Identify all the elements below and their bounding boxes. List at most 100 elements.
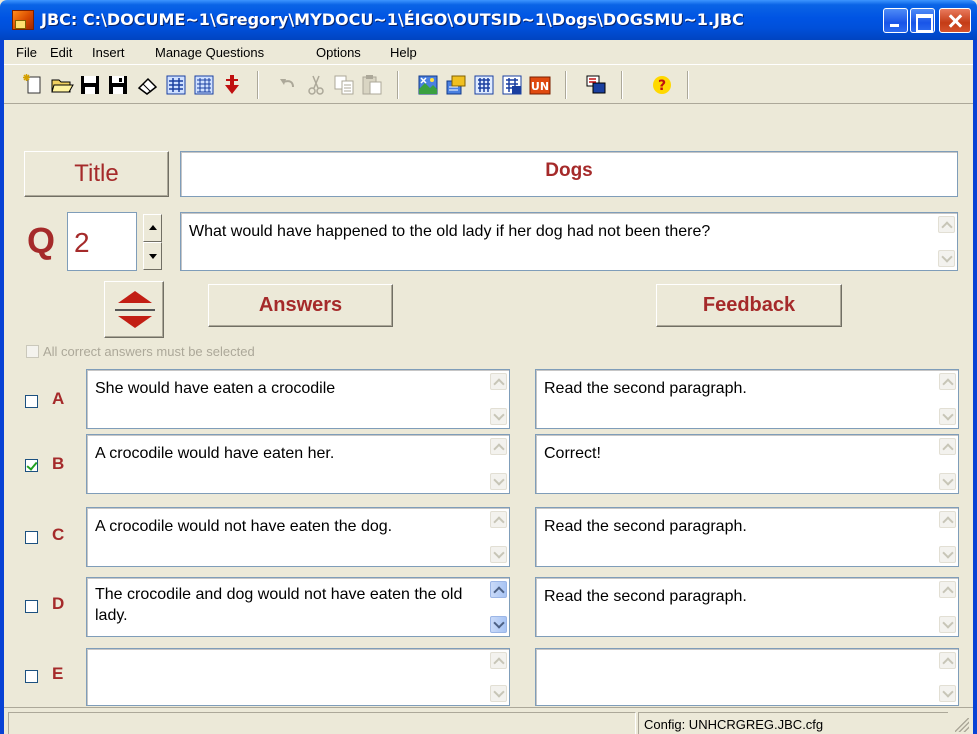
close-button[interactable] <box>939 8 971 33</box>
menu-insert[interactable]: Insert <box>92 45 125 60</box>
help-icon[interactable]: ? <box>650 73 674 97</box>
status-panel-main <box>8 712 636 734</box>
open-folder-icon[interactable] <box>50 73 74 97</box>
export-icon[interactable] <box>584 73 608 97</box>
svg-text:?: ? <box>658 78 666 94</box>
menu-manage-questions[interactable]: Manage Questions <box>155 45 264 60</box>
answer-d-input[interactable]: The crocodile and dog would not have eat… <box>86 577 510 637</box>
cut-icon[interactable] <box>304 73 328 97</box>
feedback-d-input[interactable]: Read the second paragraph. <box>535 577 959 637</box>
maximize-button[interactable] <box>910 8 935 33</box>
feedback-e-scrollbar[interactable] <box>939 652 956 702</box>
answer-d-scrollbar[interactable] <box>490 581 507 633</box>
menu-options[interactable]: Options <box>316 45 361 60</box>
font-icon[interactable] <box>500 73 524 97</box>
feedback-e-input[interactable] <box>535 648 959 706</box>
copy-icon[interactable] <box>332 73 356 97</box>
window-frame-left <box>0 40 4 734</box>
answer-b-scrollbar[interactable] <box>490 438 507 490</box>
move-up-icon <box>118 291 152 303</box>
reorder-answers-button[interactable] <box>104 281 164 338</box>
move-down-icon <box>118 316 152 328</box>
answer-b-letter: B <box>52 454 65 473</box>
question-scrollbar[interactable] <box>938 216 955 267</box>
paste-icon[interactable] <box>360 73 384 97</box>
answer-a-correct-checkbox[interactable] <box>25 395 38 408</box>
toolbar: UN ? <box>4 64 973 104</box>
menu-edit[interactable]: Edit <box>50 45 72 60</box>
app-window: JBC: C:\DOCUME~1\Gregory\MYDOCU~1\ÉIGO\O… <box>0 0 977 734</box>
answer-c-text: A crocodile would not have eaten the dog… <box>95 518 393 535</box>
menu-help[interactable]: Help <box>390 45 417 60</box>
new-file-icon[interactable] <box>22 73 46 97</box>
feedback-b-scrollbar[interactable] <box>939 438 956 490</box>
answer-e-input[interactable] <box>86 648 510 706</box>
answer-a-input[interactable]: She would have eaten a crocodile <box>86 369 510 429</box>
eraser-icon[interactable] <box>136 73 160 97</box>
answer-c-input[interactable]: A crocodile would not have eaten the dog… <box>86 507 510 567</box>
feedback-d-scrollbar[interactable] <box>939 581 956 633</box>
answer-e-correct-checkbox[interactable] <box>25 670 38 683</box>
web-page-alt-icon[interactable] <box>192 73 216 97</box>
scroll-down-button[interactable] <box>938 250 955 267</box>
answer-a-text: She would have eaten a crocodile <box>95 380 336 397</box>
feedback-b-input[interactable]: Correct! <box>535 434 959 494</box>
question-number-spinner[interactable] <box>143 214 162 270</box>
save-as-icon[interactable] <box>106 73 130 97</box>
answer-d-correct-checkbox[interactable] <box>25 600 38 613</box>
answers-header-button[interactable]: Answers <box>208 284 393 327</box>
spinner-up-button[interactable] <box>143 214 162 242</box>
unicode-icon[interactable]: UN <box>528 73 552 97</box>
title-value: Dogs <box>545 160 593 181</box>
save-icon[interactable] <box>78 73 102 97</box>
answer-b-correct-checkbox[interactable] <box>25 459 38 472</box>
answer-c-correct-checkbox[interactable] <box>25 531 38 544</box>
feedback-header-button[interactable]: Feedback <box>656 284 842 327</box>
undo-icon[interactable] <box>276 73 300 97</box>
answer-d-letter: D <box>52 594 65 613</box>
answer-a-letter: A <box>52 389 65 408</box>
question-number-input[interactable]: 2 <box>67 212 137 271</box>
minimize-button[interactable] <box>883 8 908 33</box>
menu-file[interactable]: File <box>16 45 37 60</box>
title-input[interactable]: Dogs <box>180 151 958 197</box>
question-letter: Q <box>27 220 56 261</box>
add-picture-icon[interactable] <box>416 73 440 97</box>
feedback-c-scrollbar[interactable] <box>939 511 956 563</box>
add-link-icon[interactable] <box>444 73 468 97</box>
status-config: Config: UNHCRGREG.JBC.cfg <box>638 712 948 734</box>
scroll-up-button[interactable] <box>938 216 955 233</box>
window-title: JBC: C:\DOCUME~1\Gregory\MYDOCU~1\ÉIGO\O… <box>41 10 744 29</box>
resize-grip-icon[interactable] <box>955 718 969 732</box>
window-frame-right <box>973 40 977 734</box>
title-bar[interactable]: JBC: C:\DOCUME~1\Gregory\MYDOCU~1\ÉIGO\O… <box>0 0 977 40</box>
answer-d-text: The crocodile and dog would not have eat… <box>95 586 463 624</box>
config-icon[interactable] <box>472 73 496 97</box>
toolbar-separator <box>397 71 399 99</box>
answer-e-scrollbar[interactable] <box>490 652 507 702</box>
answer-c-scrollbar[interactable] <box>490 511 507 563</box>
feedback-d-text: Read the second paragraph. <box>544 588 747 605</box>
toolbar-separator <box>687 71 689 99</box>
toolbar-separator <box>621 71 623 99</box>
status-bar: Config: UNHCRGREG.JBC.cfg <box>4 707 973 734</box>
answer-b-input[interactable]: A crocodile would have eaten her. <box>86 434 510 494</box>
all-correct-label: All correct answers must be selected <box>43 344 255 359</box>
menu-bar: File Edit Insert Manage Questions Option… <box>4 40 973 64</box>
answer-c-letter: C <box>52 525 65 544</box>
title-label-button[interactable]: Title <box>24 151 169 197</box>
answer-b-text: A crocodile would have eaten her. <box>95 445 335 462</box>
arrow-down-icon[interactable] <box>220 73 244 97</box>
answer-a-scrollbar[interactable] <box>490 373 507 425</box>
web-page-icon[interactable] <box>164 73 188 97</box>
answer-e-letter: E <box>52 664 64 683</box>
feedback-b-text: Correct! <box>544 445 601 462</box>
feedback-c-input[interactable]: Read the second paragraph. <box>535 507 959 567</box>
feedback-a-text: Read the second paragraph. <box>544 380 747 397</box>
all-correct-checkbox[interactable] <box>26 345 39 358</box>
feedback-a-input[interactable]: Read the second paragraph. <box>535 369 959 429</box>
spinner-down-button[interactable] <box>143 242 162 270</box>
app-icon[interactable] <box>12 10 34 30</box>
feedback-a-scrollbar[interactable] <box>939 373 956 425</box>
question-text-input[interactable]: What would have happened to the old lady… <box>180 212 958 271</box>
